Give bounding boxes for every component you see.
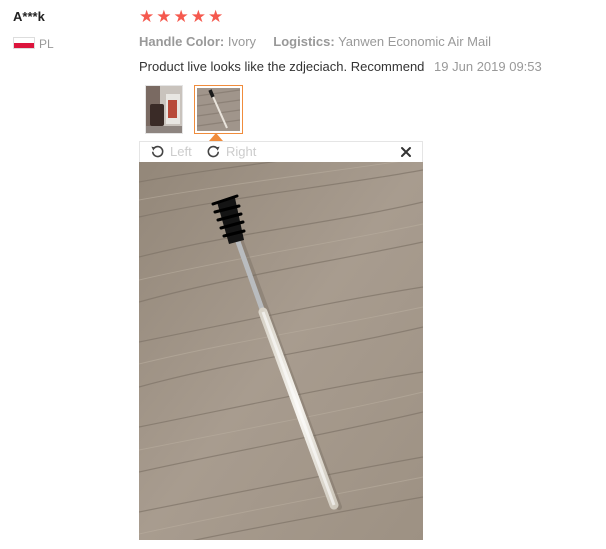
star-icon: ★ — [190, 7, 206, 27]
review-date: 19 Jun 2019 09:53 — [434, 59, 542, 74]
country-flag-icon — [13, 37, 35, 49]
attribute-value-logistics: Yanwen Economic Air Mail — [338, 34, 492, 49]
image-viewer-toolbar: Left Right — [139, 141, 423, 162]
rotate-right-label: Right — [226, 144, 257, 159]
attribute-value-handle-color: Ivory — [227, 34, 257, 49]
review-photo-large — [139, 162, 423, 540]
reviewer-country: PL — [39, 37, 54, 51]
star-icon: ★ — [139, 7, 155, 27]
review-thumbnail-1[interactable] — [145, 85, 183, 134]
star-icon: ★ — [173, 7, 189, 27]
close-icon[interactable] — [400, 146, 412, 158]
star-icon: ★ — [156, 7, 172, 27]
photo-mascara-wand-on-wood — [139, 162, 423, 540]
thumbnail-photo-2 — [197, 88, 240, 131]
rotate-left-icon — [151, 145, 164, 158]
review-attributes: Handle Color: Ivory Logistics: Yanwen Ec… — [139, 34, 491, 49]
thumbnail-pointer — [209, 133, 223, 141]
attribute-key-logistics: Logistics: — [273, 34, 335, 49]
rotate-left-button[interactable]: Left — [150, 144, 192, 159]
reviewer-name: A***k — [13, 9, 45, 24]
attribute-key-handle-color: Handle Color: — [139, 34, 225, 49]
review-text: Product live looks like the zdjeciach. R… — [139, 59, 425, 74]
rotate-right-icon — [207, 145, 220, 158]
star-icon: ★ — [208, 7, 224, 27]
thumbnail-photo-1 — [146, 86, 182, 133]
review-thumbnail-2[interactable] — [194, 85, 243, 134]
rotate-right-button[interactable]: Right — [206, 144, 256, 159]
rotate-left-label: Left — [170, 144, 192, 159]
review-content: Product live looks like the zdjeciach. R… — [139, 59, 542, 74]
star-rating: ★ ★ ★ ★ ★ — [139, 9, 223, 26]
